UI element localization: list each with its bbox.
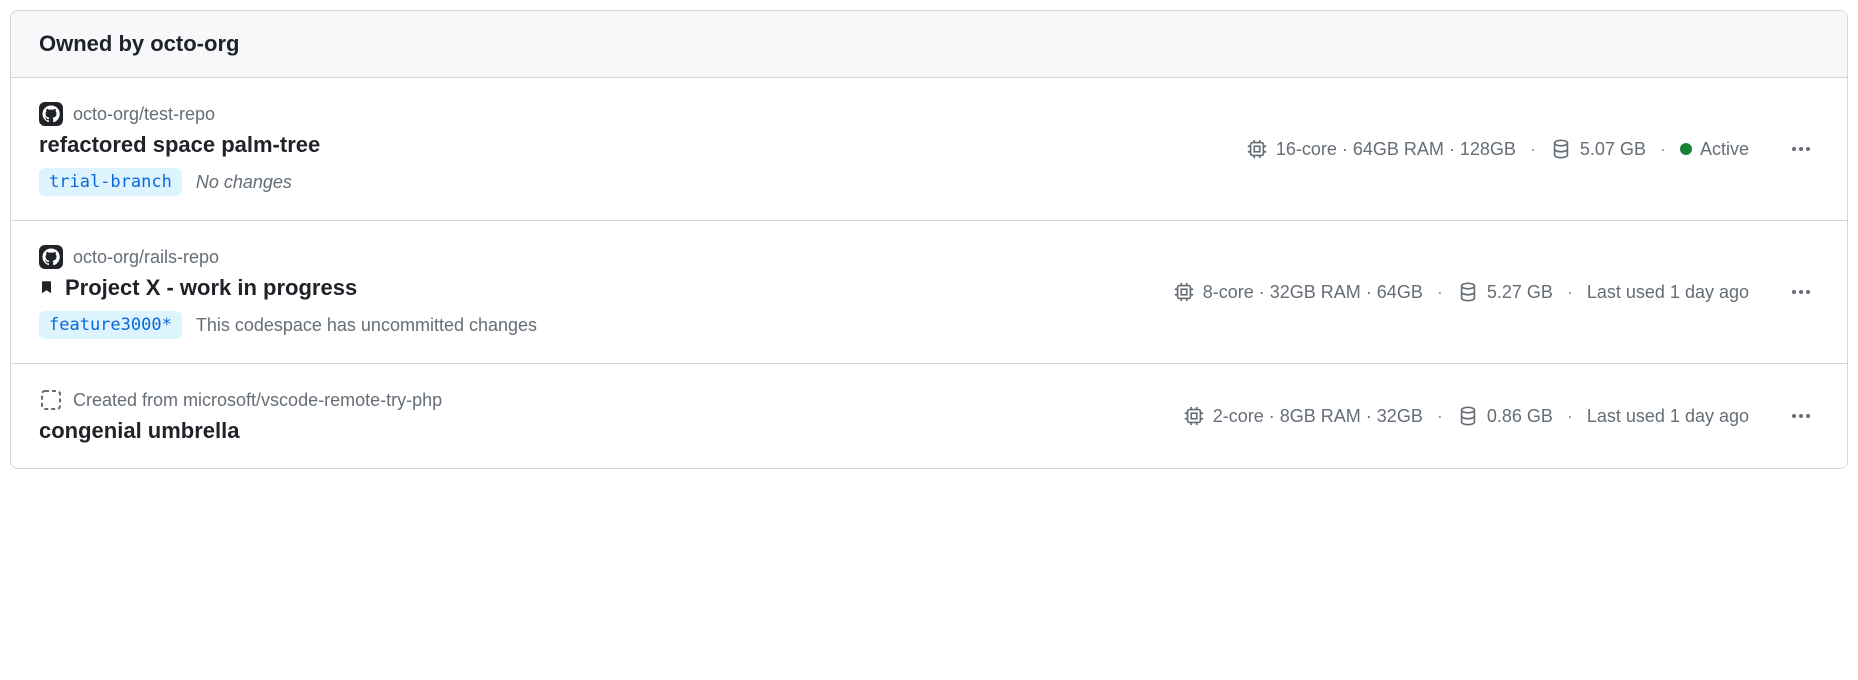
branch-line: feature3000* This codespace has uncommitt…: [39, 311, 537, 339]
codespace-info: octo-org/test-repo refactored space palm-…: [39, 102, 320, 196]
branch-badge[interactable]: feature3000*: [39, 311, 182, 339]
separator: ·: [1437, 406, 1443, 427]
database-icon: [1457, 281, 1479, 303]
branch-line: trial-branch No changes: [39, 168, 320, 196]
kebab-horizontal-icon: [1789, 137, 1813, 161]
machine-text: 8-core · 32GB RAM · 64GB: [1203, 282, 1423, 303]
codespace-meta: 2-core · 8GB RAM · 32GB · 0.86 GB · Last use…: [1183, 398, 1819, 434]
repo-link[interactable]: octo-org/test-repo: [73, 104, 215, 125]
repo-link[interactable]: octo-org/rails-repo: [73, 247, 219, 268]
machine-text: 2-core · 8GB RAM · 32GB: [1213, 406, 1423, 427]
codespace-name-link[interactable]: Project X - work in progress: [65, 275, 357, 301]
codespace-actions-menu[interactable]: [1783, 398, 1819, 434]
codespace-row: octo-org/rails-repo Project X - work in p…: [11, 221, 1847, 364]
repo-line: octo-org/test-repo: [39, 102, 320, 126]
template-prefix: Created from: [73, 390, 183, 410]
codespace-info: octo-org/rails-repo Project X - work in p…: [39, 245, 537, 339]
codespace-name-line: Project X - work in progress: [39, 275, 537, 301]
codespace-row: octo-org/test-repo refactored space palm-…: [11, 78, 1847, 221]
database-icon: [1457, 405, 1479, 427]
github-icon: [39, 245, 63, 269]
database-icon: [1550, 138, 1572, 160]
storage-spec: 5.27 GB: [1457, 281, 1553, 303]
separator: ·: [1660, 139, 1666, 160]
branch-badge[interactable]: trial-branch: [39, 168, 182, 196]
kebab-horizontal-icon: [1789, 280, 1813, 304]
changes-text: This codespace has uncommitted changes: [196, 315, 537, 336]
status-dot-icon: [1680, 143, 1692, 155]
separator: ·: [1567, 282, 1573, 303]
codespace-meta: 8-core · 32GB RAM · 64GB · 5.27 GB · Last us…: [1173, 274, 1819, 310]
repo-line: octo-org/rails-repo: [39, 245, 537, 269]
codespaces-panel: Owned by octo-org octo-org/test-repo refa…: [10, 10, 1848, 469]
codespace-actions-menu[interactable]: [1783, 274, 1819, 310]
codespace-name-link[interactable]: congenial umbrella: [39, 418, 240, 444]
changes-text: No changes: [196, 172, 292, 193]
codespace-name-line: refactored space palm-tree: [39, 132, 320, 158]
panel-title: Owned by octo-org: [39, 31, 1819, 57]
kebab-horizontal-icon: [1789, 404, 1813, 428]
codespace-meta: 16-core · 64GB RAM · 128GB · 5.07 GB · Activ…: [1246, 131, 1819, 167]
machine-spec: 8-core · 32GB RAM · 64GB: [1173, 281, 1423, 303]
repo-link[interactable]: microsoft/vscode-remote-try-php: [183, 390, 442, 410]
panel-header: Owned by octo-org: [11, 11, 1847, 78]
machine-spec: 2-core · 8GB RAM · 32GB: [1183, 405, 1423, 427]
codespace-actions-menu[interactable]: [1783, 131, 1819, 167]
template-prefix-wrap: Created from microsoft/vscode-remote-try…: [73, 390, 442, 411]
codespace-row: Created from microsoft/vscode-remote-try…: [11, 364, 1847, 468]
status-text: Active: [1700, 139, 1749, 160]
codespace-list: octo-org/test-repo refactored space palm-…: [11, 78, 1847, 468]
storage-text: 5.27 GB: [1487, 282, 1553, 303]
machine-spec: 16-core · 64GB RAM · 128GB: [1246, 138, 1516, 160]
separator: ·: [1567, 406, 1573, 427]
storage-text: 5.07 GB: [1580, 139, 1646, 160]
machine-text: 16-core · 64GB RAM · 128GB: [1276, 139, 1516, 160]
status-text: Last used 1 day ago: [1587, 406, 1749, 427]
codespace-name-line: congenial umbrella: [39, 418, 442, 444]
separator: ·: [1437, 282, 1443, 303]
storage-spec: 0.86 GB: [1457, 405, 1553, 427]
github-icon: [39, 102, 63, 126]
cpu-icon: [1183, 405, 1205, 427]
codespace-info: Created from microsoft/vscode-remote-try…: [39, 388, 442, 444]
repo-line: Created from microsoft/vscode-remote-try…: [39, 388, 442, 412]
status-text: Last used 1 day ago: [1587, 282, 1749, 303]
bookmark-icon: [39, 279, 57, 297]
template-repo-icon: [39, 388, 63, 412]
storage-text: 0.86 GB: [1487, 406, 1553, 427]
codespace-name-link[interactable]: refactored space palm-tree: [39, 132, 320, 158]
separator: ·: [1530, 139, 1536, 160]
storage-spec: 5.07 GB: [1550, 138, 1646, 160]
cpu-icon: [1173, 281, 1195, 303]
status: Active: [1680, 139, 1749, 160]
cpu-icon: [1246, 138, 1268, 160]
